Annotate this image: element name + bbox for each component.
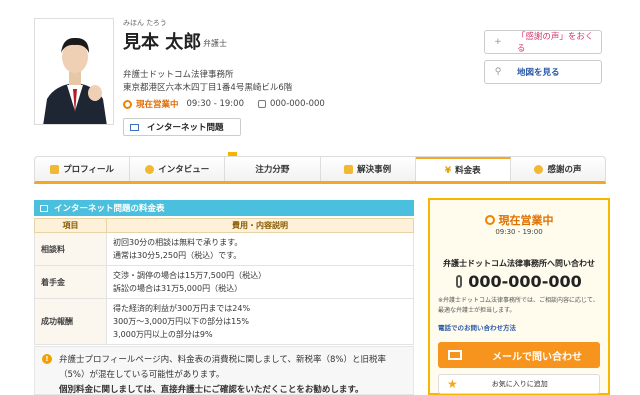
fee-item: 成功報酬 — [34, 298, 107, 345]
fee-desc-line: 初回30分の相談は無料で承ります。 — [113, 238, 243, 247]
col-item-header: 項目 — [34, 218, 107, 233]
tab-label: プロフィール — [63, 165, 114, 175]
fee-desc: 得た経済的利益が300万円までは24% 300万～3,000万円以下の部分は15… — [106, 298, 414, 345]
panel-lead: 弁護士ドットコム法律事務所へ問い合わせ — [443, 259, 595, 268]
tab-thanks[interactable]: 感謝の声 — [511, 157, 605, 181]
lawyer-photo — [34, 18, 114, 125]
phone-howto-link[interactable]: 電話でのお問い合わせ方法 — [438, 322, 516, 332]
mail-inquiry-button[interactable]: メールで問い合わせ — [438, 342, 600, 368]
fee-desc-line: 300万～3,000万円以下の部分は15% — [113, 317, 249, 326]
tab-interview[interactable]: インタビュー — [130, 157, 226, 181]
phone-number: 000-000-000 — [257, 99, 325, 109]
fee-desc-line: 通常は30分5,250円（税込）です。 — [113, 251, 242, 260]
heart-icon — [534, 164, 544, 174]
panel-phone-number: 000-000-000 — [468, 272, 582, 291]
fee-item: 着手金 — [34, 265, 107, 299]
add-favorite-label: お気に入りに追加 — [491, 380, 548, 388]
fee-desc-line: 3,000万円以上の部分は9% — [113, 330, 213, 339]
status-row: 現在営業中 09:30 - 19:00 000-000-000 — [123, 98, 325, 110]
notice-line: 弁護士プロフィールページ内、料金表の消費税に関しまして、新税率（8%）と旧税率 — [59, 355, 386, 365]
name-ruby: みほん たろう — [123, 19, 167, 27]
notice-line: （5%）が混在している可能性があります。 — [59, 370, 225, 380]
add-favorite-button[interactable]: ★ お気に入りに追加 — [438, 374, 600, 394]
panel-open-status: 現在営業中 — [430, 212, 608, 228]
fee-table-heading: インターネット問題の料金表 — [34, 200, 414, 216]
table-row: 着手金 交渉・調停の場合は15万7,500円（税込） 訴訟の場合は31万5,00… — [34, 265, 414, 299]
firm-address: 東京都港区六本木四丁目1番4号黒崎ビル6階 — [123, 83, 293, 93]
panel-note: ※弁護士ドットコム法律事務所では、ご相談内容に応じて、最適な弁護士が担当します。 — [438, 297, 599, 314]
tab-label: インタビュー — [158, 165, 210, 175]
plus-icon: + — [494, 37, 502, 47]
microphone-icon — [145, 164, 155, 174]
business-hours: 09:30 - 19:00 — [186, 99, 244, 109]
lawyer-role: 弁護士 — [203, 39, 227, 48]
tab-label: 感謝の声 — [547, 165, 582, 175]
warning-icon: ! — [42, 354, 52, 364]
tab-case-studies[interactable]: 解決事例 — [321, 157, 416, 181]
specialty-tag-label: インターネット問題 — [147, 123, 224, 133]
star-icon: ★ — [447, 377, 458, 391]
col-desc-header: 費用・内容説明 — [106, 218, 414, 233]
panel-hours: 09:30 - 19:00 — [495, 228, 543, 236]
fee-item: 相談料 — [34, 232, 107, 266]
tax-notice: ! 弁護士プロフィールページ内、料金表の消費税に関しまして、新税率（8%）と旧税… — [34, 346, 414, 395]
open-status-icon — [123, 99, 132, 109]
table-row: 相談料 初回30分の相談は無料で承ります。 通常は30分5,250円（税込）です… — [34, 232, 414, 266]
fee-desc: 初回30分の相談は無料で承ります。 通常は30分5,250円（税込）です。 — [106, 232, 414, 266]
panel-phone[interactable]: 000-000-000 — [430, 272, 608, 291]
specialty-tag-internet[interactable]: インターネット問題 — [123, 118, 241, 136]
person-icon — [50, 164, 60, 174]
tab-focus-areas[interactable]: 注力分野 — [225, 157, 321, 181]
yen-icon: ¥ — [444, 165, 452, 176]
phone-text: 000-000-000 — [269, 99, 325, 109]
fee-table: 項目 費用・内容説明 相談料 初回30分の相談は無料で承ります。 通常は30分5… — [34, 218, 414, 345]
notice-line: 個別料金に関しましては、直接弁護士にご確認をいただくことをお勧めします。 — [59, 385, 364, 395]
firm-name: 弁護士ドットコム法律事務所 — [123, 70, 234, 80]
lawyer-name: 見本 太郎 — [123, 32, 202, 53]
send-thanks-label: 「感謝の声」をおくる — [516, 32, 594, 54]
view-map-button[interactable]: ⚲ 地図を見る — [484, 60, 602, 84]
tab-label: 注力分野 — [255, 165, 290, 175]
document-icon — [344, 164, 354, 174]
mail-inquiry-label: メールで問い合わせ — [492, 351, 582, 363]
tab-label: 料金表 — [455, 166, 481, 176]
fee-desc-line: 交渉・調停の場合は15万7,500円（税込） — [113, 271, 267, 280]
monitor-icon — [130, 123, 139, 131]
phone-icon — [456, 275, 463, 288]
panel-status-text: 現在営業中 — [498, 214, 554, 227]
contact-panel: 現在営業中 09:30 - 19:00 弁護士ドットコム法律事務所へ問い合わせ … — [428, 198, 610, 395]
open-status-icon — [484, 215, 495, 225]
table-row: 成功報酬 得た経済的利益が300万円までは24% 300万～3,000万円以下の… — [34, 298, 414, 345]
tab-fees[interactable]: ¥ 料金表 — [415, 157, 511, 181]
monitor-icon — [40, 204, 48, 212]
table-header-row: 項目 費用・内容説明 — [34, 218, 414, 233]
open-status: 現在営業中 — [136, 100, 179, 110]
tab-profile[interactable]: プロフィール — [35, 157, 131, 181]
tab-label: 解決事例 — [357, 165, 392, 175]
map-pin-icon: ⚲ — [494, 67, 502, 77]
fee-desc: 交渉・調停の場合は15万7,500円（税込） 訴訟の場合は31万5,000円（税… — [106, 265, 414, 299]
view-map-label: 地図を見る — [517, 68, 560, 78]
fee-desc-line: 訴訟の場合は31万5,000円（税込） — [113, 284, 243, 293]
fee-heading-text: インターネット問題の料金表 — [54, 204, 165, 214]
profile-tabs: プロフィール インタビュー 注力分野 解決事例 ¥ 料金表 感謝の声 — [34, 156, 606, 184]
fee-desc-line: 得た経済的利益が300万円までは24% — [113, 304, 251, 313]
envelope-icon — [448, 350, 462, 360]
send-thanks-button[interactable]: + 「感謝の声」をおくる — [484, 30, 602, 54]
phone-icon — [257, 100, 266, 108]
